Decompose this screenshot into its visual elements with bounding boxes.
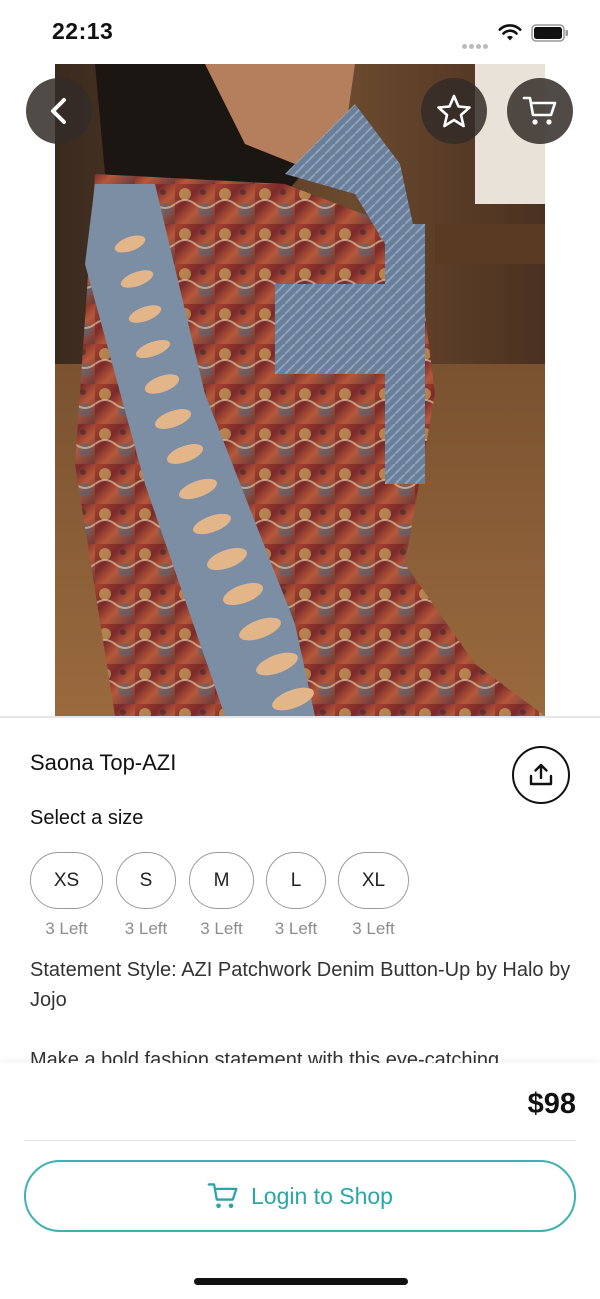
size-selector: XS 3 Left S 3 Left M 3 Left L 3 Left XL … <box>0 852 600 942</box>
size-stock-l: 3 Left <box>274 919 318 938</box>
favorite-button[interactable] <box>421 78 487 144</box>
product-description: Statement Style: AZI Patchwork Denim But… <box>30 959 571 1011</box>
size-option-xl[interactable]: XL <box>338 852 409 909</box>
size-stock-s: 3 Left <box>124 919 168 938</box>
home-indicator[interactable] <box>194 1278 408 1285</box>
login-to-shop-button[interactable]: Login to Shop <box>24 1160 576 1232</box>
share-icon <box>529 763 553 786</box>
login-to-shop-label: Login to Shop <box>251 1182 393 1209</box>
product-price: $98 <box>527 1088 576 1120</box>
product-photo[interactable] <box>55 64 545 716</box>
cart-icon <box>207 1183 238 1209</box>
gallery-divider <box>0 716 600 718</box>
product-description-more: Make a bold fashion statement with this … <box>30 1049 500 1063</box>
size-option-m[interactable]: M <box>189 852 254 909</box>
wifi-icon <box>498 24 522 41</box>
size-option-xs[interactable]: XS <box>30 852 103 909</box>
size-selector-label: Select a size <box>30 807 144 829</box>
size-stock-m: 3 Left <box>200 919 243 938</box>
product-title: Saona Top-AZI <box>30 750 177 775</box>
cart-icon <box>522 96 557 125</box>
cart-button[interactable] <box>507 78 573 144</box>
chevron-left-icon <box>51 98 66 124</box>
footer-divider <box>24 1140 576 1141</box>
back-button[interactable] <box>26 78 92 144</box>
signal-icon <box>462 36 490 49</box>
share-button[interactable] <box>512 746 570 804</box>
status-bar: 22:13 <box>0 0 600 64</box>
star-outline-icon <box>437 94 471 128</box>
size-option-s[interactable]: S <box>116 852 176 909</box>
purchase-footer: $98 Login to Shop <box>0 1063 600 1299</box>
status-time: 22:13 <box>52 18 114 44</box>
battery-icon <box>531 24 568 42</box>
size-option-l[interactable]: L <box>266 852 326 909</box>
product-gallery[interactable] <box>0 64 600 716</box>
size-stock-xl: 3 Left <box>352 919 395 938</box>
size-stock-xs: 3 Left <box>45 919 88 938</box>
